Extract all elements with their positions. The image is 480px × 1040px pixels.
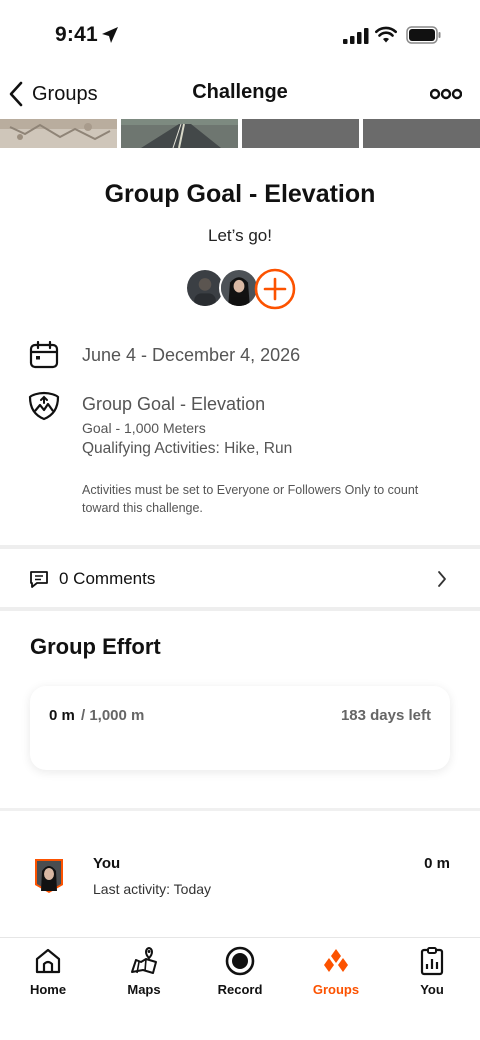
- goal-title: Group Goal - Elevation: [82, 394, 266, 414]
- tab-groups[interactable]: Groups: [288, 938, 384, 1008]
- challenge-subtitle: Let’s go!: [208, 226, 272, 245]
- location-arrow-icon: [102, 27, 118, 43]
- comment-icon: [30, 571, 48, 588]
- member-name: You: [93, 855, 121, 872]
- tab-maps[interactable]: Maps: [96, 938, 192, 1008]
- avatar[interactable]: [219, 268, 259, 308]
- tab-label: Home: [29, 982, 67, 997]
- effort-current: 0 m: [49, 707, 75, 724]
- maps-icon: [131, 946, 157, 974]
- leaderboard-row[interactable]: You Last activity: Today 0 m: [0, 840, 480, 920]
- you-icon: [420, 947, 444, 976]
- qualifying-activities: Qualifying Activities: Hike, Run: [82, 440, 293, 457]
- avatar: [35, 859, 63, 893]
- activity-photo[interactable]: [242, 119, 359, 148]
- challenge-title: Group Goal - Elevation: [104, 180, 376, 208]
- visibility-note: Activities must be set to Everyone or Fo…: [82, 483, 419, 515]
- activity-photo[interactable]: [0, 119, 117, 148]
- calendar-icon: [29, 341, 59, 369]
- days-left: 183 days left: [340, 707, 431, 724]
- goal-amount: Goal - 1,000 Meters: [82, 420, 206, 436]
- activity-photo[interactable]: [121, 119, 238, 148]
- record-icon: [225, 946, 255, 976]
- tab-label: Record: [217, 982, 263, 997]
- comments-label: 0 Comments: [59, 569, 156, 588]
- battery-icon: [406, 26, 441, 44]
- photo-strip[interactable]: [0, 119, 480, 148]
- member-last-activity: Last activity: Today: [93, 881, 212, 897]
- effort-goal: / 1,000 m: [81, 707, 145, 724]
- nav-bar: Groups Challenge: [0, 70, 480, 118]
- chevron-right-icon: [438, 571, 446, 587]
- groups-icon: [324, 949, 348, 972]
- activity-photo[interactable]: [363, 119, 480, 148]
- status-bar: 9:41: [0, 0, 480, 70]
- section-title: Group Effort: [30, 634, 161, 659]
- tab-bar: Home Maps Record Groups You: [0, 937, 480, 1040]
- challenge-badge-icon: [28, 391, 60, 421]
- member-elevation: 0 m: [424, 855, 450, 872]
- status-time: 9:41: [55, 23, 98, 46]
- home-icon: [35, 948, 61, 974]
- tab-label: Groups: [312, 982, 360, 997]
- tab-label: Maps: [127, 982, 161, 997]
- challenge-dates: June 4 - December 4, 2026: [82, 345, 301, 365]
- comments-row[interactable]: 0 Comments: [0, 550, 480, 608]
- cellular-signal-icon: [343, 28, 369, 44]
- group-effort-card: 0 m / 1,000 m 183 days left: [30, 686, 450, 770]
- tab-home[interactable]: Home: [0, 938, 96, 1008]
- add-member-icon[interactable]: [254, 268, 296, 310]
- divider: [0, 607, 480, 611]
- page-title: Challenge: [192, 81, 288, 103]
- tab-label: You: [420, 982, 444, 997]
- wifi-icon: [375, 26, 397, 43]
- divider: [0, 545, 480, 549]
- tab-you[interactable]: You: [384, 938, 480, 1008]
- tab-record[interactable]: Record: [192, 938, 288, 1008]
- more-options-icon[interactable]: [430, 84, 462, 104]
- divider: [0, 808, 480, 811]
